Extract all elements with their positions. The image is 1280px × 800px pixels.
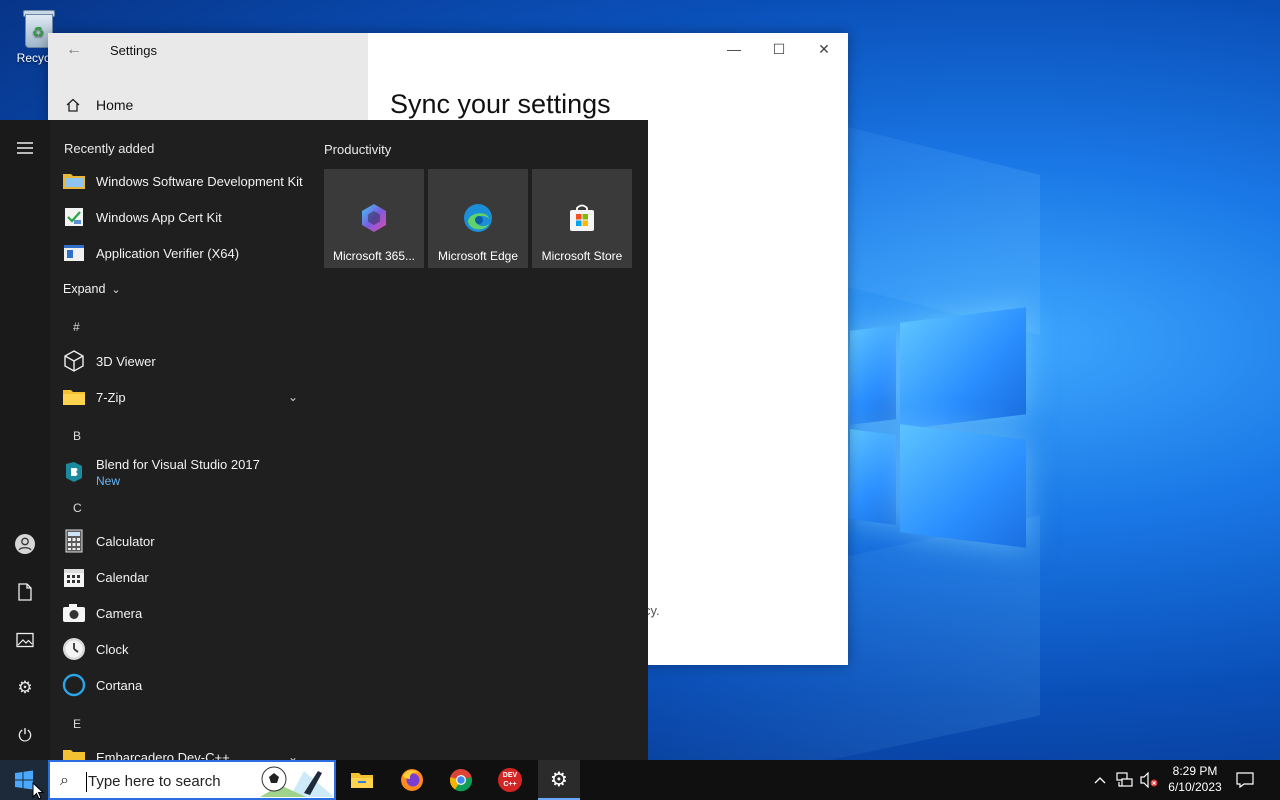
chevron-down-icon[interactable]: ⌄ [288,390,298,404]
windows-logo-icon [15,770,33,790]
store-icon [570,204,594,231]
minimize-button[interactable]: — [711,37,757,65]
app-windows-app-cert-kit[interactable]: Windows App Cert Kit [62,200,222,234]
search-icon: ⌕ [60,772,69,789]
page-heading: Sync your settings [390,89,611,119]
cortana-icon [62,673,86,697]
search-highlight-soccer-icon [260,766,334,797]
blend-icon [62,460,86,484]
windows-logo-pane-tr [900,307,1026,430]
cert-kit-icon [62,205,86,229]
app-cortana[interactable]: Cortana [62,668,142,702]
taskbar-firefox[interactable] [392,760,432,800]
app-verifier-icon [62,241,86,265]
action-center-notification-icon[interactable] [1236,760,1260,800]
camera-icon [62,601,86,625]
app-windows-sdk[interactable]: Windows Software Development Kit [62,164,303,198]
show-hidden-icons-chevron-icon[interactable] [1094,760,1112,800]
calculator-icon [62,529,86,553]
clock-time: 8:29 PM [1172,764,1218,778]
clock-icon [62,637,86,661]
system-clock[interactable]: 8:29 PM 6/10/2023 [1160,763,1230,795]
taskbar-settings[interactable]: ⚙ [538,760,580,800]
start-menu: ⚙ ⏻ Recently added Windows Software Deve… [0,120,648,760]
devcpp-icon: DEV C++ [498,768,522,792]
group-letter-e[interactable]: E [73,717,81,731]
volume-muted-icon[interactable] [1140,760,1162,800]
edge-icon [464,204,492,232]
app-camera[interactable]: Camera [62,596,142,630]
m365-icon [362,204,386,232]
home-icon [66,98,80,112]
taskbar-file-explorer[interactable] [342,760,382,800]
windows-logo-pane-br [900,424,1026,548]
hamburger-menu-icon[interactable] [13,136,37,160]
folder-icon [62,745,86,760]
app-application-verifier[interactable]: Application Verifier (X64) [62,236,239,270]
app-3d-viewer[interactable]: 3D Viewer [62,344,156,378]
tile-microsoft-store[interactable]: Microsoft Store [532,169,632,268]
app-clock[interactable]: Clock [62,632,129,666]
app-7zip[interactable]: 7-Zip [62,380,126,414]
group-letter-hash[interactable]: # [73,320,80,334]
search-placeholder: Type here to search [88,773,221,790]
search-box[interactable]: ⌕ Type here to search [48,760,336,800]
taskbar-devcpp[interactable]: DEV C++ [490,760,530,800]
file-explorer-icon [351,773,373,788]
close-button[interactable]: ✕ [801,37,847,65]
pictures-icon[interactable] [13,628,37,652]
windows-logo-pane-bl [850,429,896,525]
app-blend-vs2017[interactable]: Blend for Visual Studio 2017 New [62,452,260,492]
mouse-cursor-icon [32,782,44,800]
app-calendar[interactable]: Calendar [62,560,149,594]
chevron-down-icon[interactable]: ⌄ [288,750,298,760]
calendar-icon [62,565,86,589]
tile-microsoft-edge[interactable]: Microsoft Edge [428,169,528,268]
app-calculator[interactable]: Calculator [62,524,155,558]
chevron-down-icon: ⌄ [111,283,121,296]
expand-button[interactable]: Expand ⌄ [63,272,121,306]
group-letter-b[interactable]: B [73,429,81,443]
new-badge: New [96,473,121,488]
tiles-group-header: Productivity [324,142,392,157]
folder-icon [62,385,86,409]
nav-home[interactable]: Home [96,97,133,113]
folder-icon [62,169,86,193]
start-rail: ⚙ ⏻ [0,120,50,760]
maximize-button[interactable]: ☐ [756,37,802,65]
window-title: Settings [110,43,157,58]
network-icon[interactable] [1116,760,1138,800]
documents-icon[interactable] [13,580,37,604]
recently-added-header: Recently added [64,141,155,156]
app-embarcadero-devcpp[interactable]: Embarcadero Dev-C++ [62,740,230,760]
settings-gear-icon: ⚙ [550,768,568,791]
user-account-icon[interactable] [13,532,37,556]
taskbar-chrome[interactable] [441,760,481,800]
cube-icon [62,349,86,373]
group-letter-c[interactable]: C [73,501,82,515]
taskbar: ⌕ Type here to search DEV C++ ⚙ 8:29 PM … [0,760,1280,800]
text-caret [86,772,87,792]
windows-logo-pane-tl [850,325,896,425]
clock-date: 6/10/2023 [1168,780,1222,794]
tile-microsoft-365[interactable]: Microsoft 365... [324,169,424,268]
chrome-icon [449,769,473,792]
back-arrow-icon[interactable]: ← [66,41,82,59]
power-icon[interactable]: ⏻ [13,724,37,748]
settings-gear-icon[interactable]: ⚙ [13,676,37,700]
firefox-icon [401,769,423,791]
